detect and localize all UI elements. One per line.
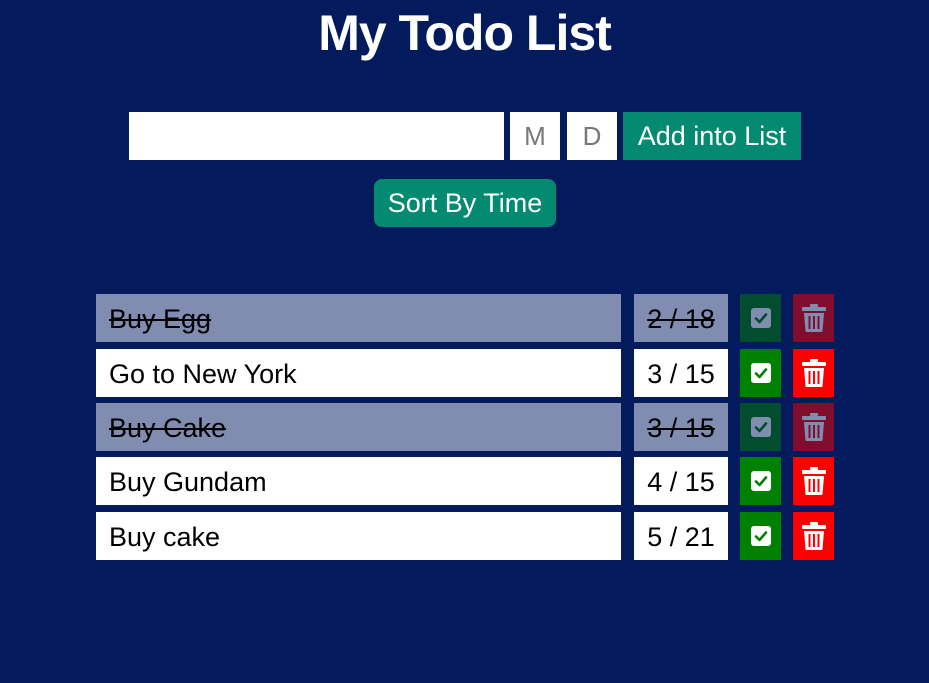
- todo-text: Buy Egg: [96, 294, 621, 342]
- todo-text-input[interactable]: [129, 112, 504, 160]
- todo-text: Buy Gundam: [96, 457, 621, 505]
- todo-date: 3 / 15: [634, 349, 728, 397]
- done-button[interactable]: [740, 403, 781, 451]
- todo-row: Buy Cake 3 / 15: [96, 403, 834, 451]
- trash-icon: [801, 359, 826, 387]
- check-square-icon: [750, 526, 771, 546]
- day-input[interactable]: [567, 112, 617, 160]
- delete-button[interactable]: [793, 512, 834, 560]
- todo-date: 3 / 15: [634, 403, 728, 451]
- sort-by-time-button[interactable]: Sort By Time: [374, 179, 556, 227]
- delete-button[interactable]: [793, 294, 834, 342]
- done-button[interactable]: [740, 349, 781, 397]
- trash-icon: [801, 304, 826, 332]
- todo-row: Buy Gundam 4 / 15: [96, 457, 834, 505]
- check-square-icon: [750, 308, 771, 328]
- todo-text: Buy Cake: [96, 403, 621, 451]
- todo-date: 4 / 15: [634, 457, 728, 505]
- todo-row: Go to New York 3 / 15: [96, 349, 834, 397]
- check-square-icon: [750, 363, 771, 383]
- delete-button[interactable]: [793, 349, 834, 397]
- delete-button[interactable]: [793, 403, 834, 451]
- todo-row: Buy cake 5 / 21: [96, 512, 834, 560]
- trash-icon: [801, 467, 826, 495]
- todo-text: Buy cake: [96, 512, 621, 560]
- done-button[interactable]: [740, 457, 781, 505]
- check-square-icon: [750, 417, 771, 437]
- month-input[interactable]: [510, 112, 560, 160]
- todo-row: Buy Egg 2 / 18: [96, 294, 834, 342]
- done-button[interactable]: [740, 294, 781, 342]
- todo-date: 5 / 21: [634, 512, 728, 560]
- trash-icon: [801, 413, 826, 441]
- todo-text: Go to New York: [96, 349, 621, 397]
- check-square-icon: [750, 471, 771, 491]
- trash-icon: [801, 522, 826, 550]
- page-title: My Todo List: [318, 5, 612, 61]
- done-button[interactable]: [740, 512, 781, 560]
- add-into-list-button[interactable]: Add into List: [623, 112, 801, 160]
- delete-button[interactable]: [793, 457, 834, 505]
- todo-app: My Todo List Add into List Sort By Time …: [0, 0, 929, 683]
- todo-date: 2 / 18: [634, 294, 728, 342]
